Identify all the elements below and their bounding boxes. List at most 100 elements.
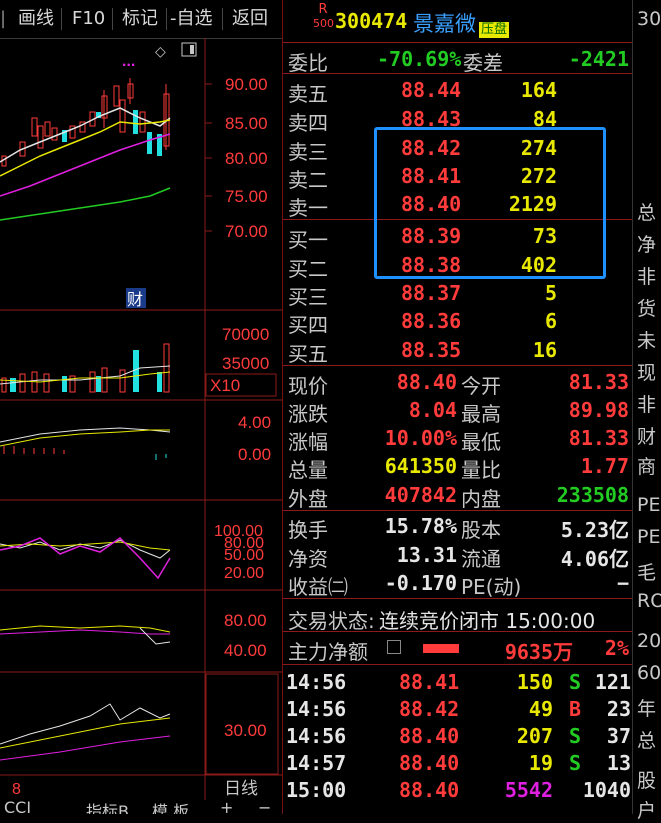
bid-price: 88.35 xyxy=(401,338,462,362)
kline-chart-area[interactable]: 90.00 85.00 80.00 75.00 70.00 ... ◇ 财 70… xyxy=(0,38,282,800)
tab-template[interactable]: 模 板 xyxy=(152,800,189,814)
tick-row: 14:56 88.41 150 S 121 xyxy=(286,670,631,694)
fund-row: 换手 15.78% 股本 5.23亿 xyxy=(288,514,629,542)
bid-label: 买四 xyxy=(288,313,328,337)
main-net-value: 9635万 xyxy=(504,640,573,664)
fund-row: 净资 13.31 流通 4.06亿 xyxy=(288,543,629,571)
ask-label: 卖四 xyxy=(288,111,328,135)
quote-row: 总量 641350 量比 1.77 xyxy=(288,454,629,482)
trade-status-row: 交易状态: 连续竞价闭市 15:00:00 xyxy=(283,602,633,633)
change-percent: 10.00% xyxy=(384,426,457,450)
main-net-label: 主力净额 xyxy=(288,640,368,664)
stock-name: 景嘉微 xyxy=(413,12,476,36)
bid-row[interactable]: 买五 88.35 16 xyxy=(283,335,633,366)
bid-volume: 5 xyxy=(544,281,557,305)
bid-price: 88.36 xyxy=(401,309,462,333)
toolbar-mark[interactable]: 标记 xyxy=(122,6,158,32)
rsi-tick-40: 40.00 xyxy=(224,641,267,660)
axis-bottom-number: 8 xyxy=(12,781,21,798)
bid-price: 88.37 xyxy=(401,281,462,305)
macd-tick-0: 0.00 xyxy=(238,445,271,464)
ask-label: 卖五 xyxy=(288,82,328,106)
chart-toolbar: | 画线 F10 标记 -自选 返回 xyxy=(0,0,282,39)
fund-row: 收益㈡ -0.170 PE(动) − xyxy=(288,571,629,599)
price-tick-90: 90.00 xyxy=(225,75,268,94)
change-value: 8.04 xyxy=(408,398,457,422)
low-price: 81.33 xyxy=(568,426,629,450)
volume-unit: X10 xyxy=(210,376,240,395)
tick-row: 14:56 88.42 49 B 23 xyxy=(286,697,631,721)
pressure-tag: 压盘 xyxy=(479,22,510,38)
last-tick-30: 30.00 xyxy=(224,721,267,740)
trade-status-label: 交易状态: xyxy=(288,609,375,633)
rsi-tick-80: 80.00 xyxy=(224,611,267,630)
kdj-tick-20: 20.00 xyxy=(224,565,264,582)
volume-ratio: 1.77 xyxy=(580,454,629,478)
bid-volume: 6 xyxy=(544,309,557,333)
bid-row[interactable]: 买三 88.37 5 xyxy=(283,278,633,309)
price-tick-70: 70.00 xyxy=(225,222,268,241)
stock-code: 300474 xyxy=(335,9,408,33)
toolbar-left-fragment: | xyxy=(0,8,7,29)
price-tick-75: 75.00 xyxy=(225,187,268,206)
ask-price: 88.44 xyxy=(401,78,462,102)
order-diff-value: -2421 xyxy=(568,47,629,71)
order-ratio-row: 委比 -70.69% 委差 -2421 xyxy=(283,44,633,75)
inner-volume: 233508 xyxy=(556,483,629,507)
indicator-tabs: CCI 指标B 模 板 + − xyxy=(0,800,282,814)
last-price: 88.40 xyxy=(396,370,457,394)
total-shares: 5.23亿 xyxy=(560,518,629,542)
trade-status-value: 连续竞价闭市 15:00:00 xyxy=(379,609,596,633)
toolbar-f10[interactable]: F10 xyxy=(72,6,105,32)
total-volume: 641350 xyxy=(384,454,457,478)
order-ratio-value: -70.69% xyxy=(377,47,462,71)
eps: -0.170 xyxy=(384,571,457,595)
tick-row: 14:56 88.40 207 S 37 xyxy=(286,724,631,748)
high-price: 89.98 xyxy=(568,398,629,422)
order-diff-label: 委差 xyxy=(463,51,503,75)
highlight-box xyxy=(374,127,606,279)
price-tick-80: 80.00 xyxy=(225,149,268,168)
svg-text:...: ... xyxy=(122,53,135,70)
kdj-tick-50: 50.00 xyxy=(224,547,264,564)
quote-row: 涨跌 8.04 最高 89.98 xyxy=(288,398,629,426)
right-edge-panel: 30 总 净 非 货 未 现 非 财 商 PE PE 毛 RO 20 60 年 … xyxy=(632,0,661,822)
main-net-percent: 2% xyxy=(604,636,629,660)
net-bar xyxy=(423,644,459,653)
toolbar-back[interactable]: 返回 xyxy=(232,6,268,32)
toolbar-watchlist[interactable]: -自选 xyxy=(170,6,213,32)
volume-tick-35000: 35000 xyxy=(222,354,269,373)
quote-row: 涨幅 10.00% 最低 81.33 xyxy=(288,426,629,454)
bid-row[interactable]: 买四 88.36 6 xyxy=(283,306,633,337)
turnover: 15.78% xyxy=(384,514,457,538)
svg-text:◇: ◇ xyxy=(155,43,166,59)
order-ratio-label: 委比 xyxy=(288,51,328,75)
ask-label: 卖一 xyxy=(288,196,328,220)
macd-tick-4: 4.00 xyxy=(238,413,271,432)
open-price: 81.33 xyxy=(568,370,629,394)
outer-volume: 407842 xyxy=(384,483,457,507)
tab-add[interactable]: + xyxy=(220,800,233,814)
tick-row: 14:57 88.40 19 S 13 xyxy=(286,751,631,775)
tick-row: 15:00 88.40 5542 1040 xyxy=(286,778,631,802)
quote-row: 现价 88.40 今开 81.33 xyxy=(288,370,629,398)
toolbar-draw-line[interactable]: 画线 xyxy=(18,6,54,32)
tab-indicator-b[interactable]: 指标B xyxy=(86,800,129,814)
volume-tick-70000: 70000 xyxy=(222,325,269,344)
net-assets: 13.31 xyxy=(396,543,457,567)
quote-panel: R 500 300474 景嘉微 压盘 委比 -70.69% 委差 -2421 … xyxy=(282,0,633,814)
r-badge: R 500 xyxy=(313,2,334,30)
price-tick-85: 85.00 xyxy=(225,114,268,133)
ask-row[interactable]: 卖五 88.44 164 xyxy=(283,75,633,106)
pe-dynamic: − xyxy=(616,571,629,595)
ask-volume: 164 xyxy=(520,78,557,102)
finance-badge[interactable]: 财 xyxy=(127,291,143,309)
bid-label: 买五 xyxy=(288,342,328,366)
bid-label: 买一 xyxy=(288,228,328,252)
bid-volume: 16 xyxy=(532,338,557,362)
tab-remove[interactable]: − xyxy=(258,800,271,814)
main-net-row: 主力净额 9635万 2% xyxy=(283,633,633,664)
list-icon[interactable] xyxy=(387,640,401,654)
tab-cci[interactable]: CCI xyxy=(4,800,31,814)
period-label[interactable]: 日线 xyxy=(224,779,258,798)
